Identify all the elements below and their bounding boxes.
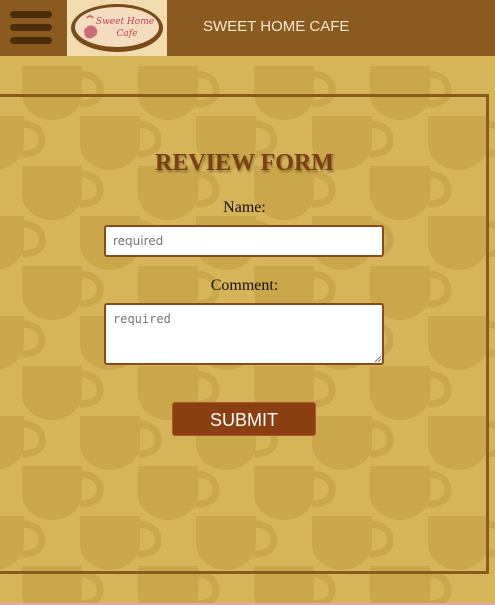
submit-button[interactable]: SUBMIT bbox=[172, 402, 316, 436]
logo-text-line1: Sweet Home bbox=[96, 17, 154, 27]
header-title[interactable]: SWEET HOME CAFE bbox=[203, 18, 349, 35]
comment-label: Comment: bbox=[210, 277, 279, 294]
name-label: Name: bbox=[223, 199, 266, 216]
cafe-logo[interactable]: Sweet Home Cafe bbox=[67, 0, 167, 56]
logo-text-line2: Cafe bbox=[117, 29, 138, 39]
form-title: REVIEW FORM bbox=[155, 150, 334, 176]
hamburger-menu-icon[interactable] bbox=[10, 9, 54, 45]
resize-grip-icon[interactable] bbox=[374, 355, 382, 363]
name-input[interactable] bbox=[104, 225, 384, 257]
comment-textarea[interactable] bbox=[104, 303, 384, 365]
logo-image: Sweet Home Cafe bbox=[71, 4, 163, 52]
site-header: Sweet Home Cafe SWEET HOME CAFE bbox=[0, 0, 495, 56]
